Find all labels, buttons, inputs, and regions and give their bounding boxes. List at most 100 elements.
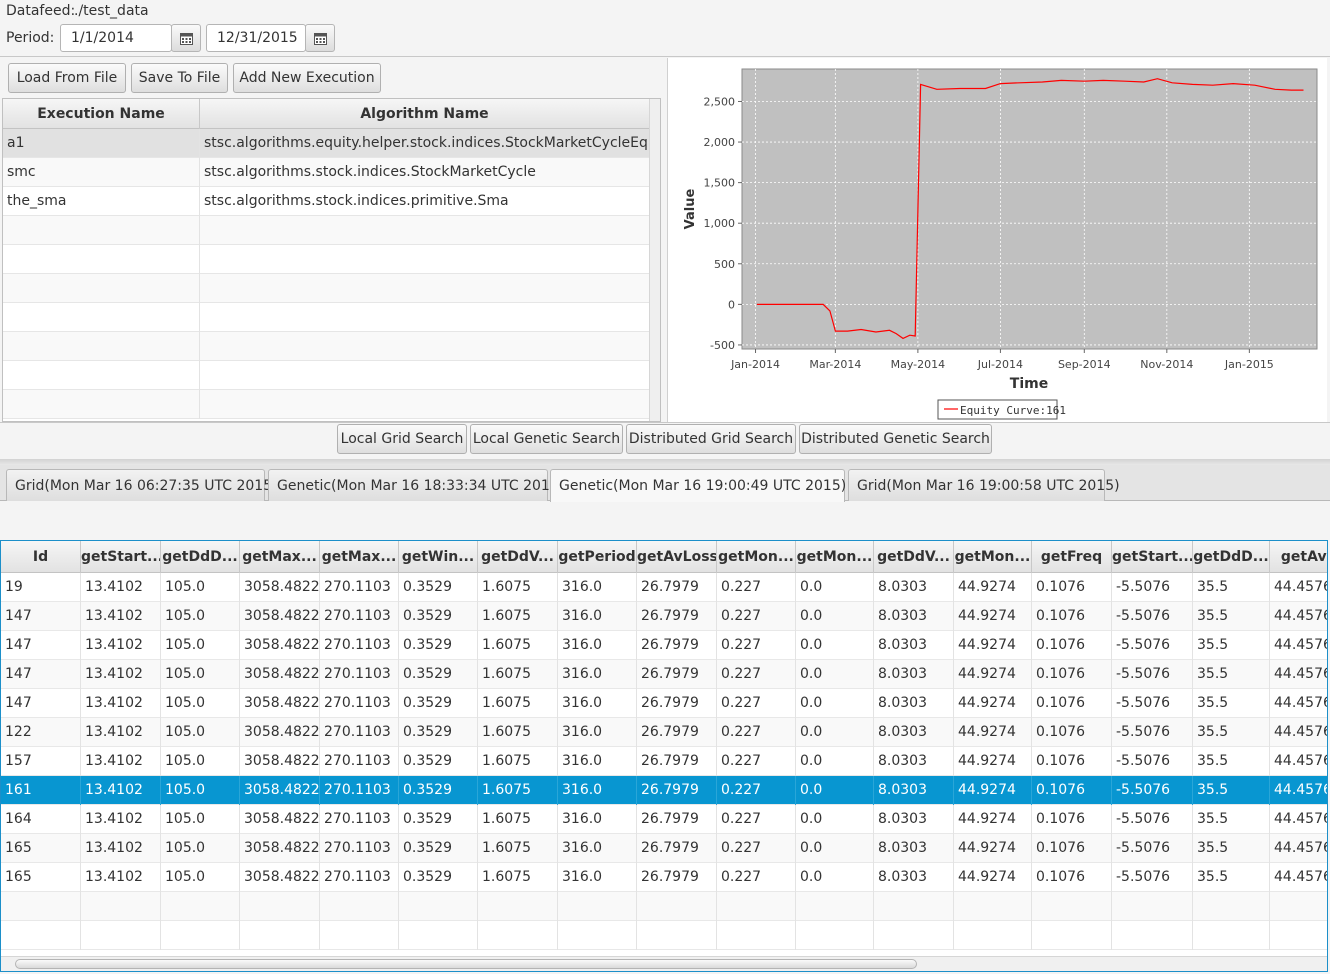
distributed-grid-search-button[interactable]: Distributed Grid Search xyxy=(626,424,796,454)
execution-table-scrollbar[interactable] xyxy=(649,99,660,421)
add-new-execution-button[interactable]: Add New Execution xyxy=(233,63,381,93)
results-cell: 0.1076 xyxy=(1032,776,1112,805)
algorithm-name-cell: stsc.algorithms.stock.indices.primitive.… xyxy=(200,187,650,216)
start-date-picker-button[interactable] xyxy=(171,24,201,52)
results-cell: 105.0 xyxy=(161,718,240,747)
results-row[interactable]: 165 13.4102 105.0 3058.4822 270.1103 0.3529 1.… xyxy=(1,834,1327,863)
x-tick-label: Mar-2014 xyxy=(809,358,861,371)
chart-legend: Equity Curve:161 xyxy=(937,399,1066,420)
results-column-header[interactable]: getMon... xyxy=(796,541,874,573)
results-column-header[interactable]: getDdV... xyxy=(874,541,954,573)
results-cell xyxy=(1112,921,1193,950)
start-date-field[interactable]: 1/1/2014 xyxy=(60,24,172,52)
execution-row[interactable] xyxy=(3,216,660,245)
tab-grid-190058[interactable]: Grid(Mon Mar 16 19:00:58 UTC 2015) xyxy=(848,469,1120,501)
results-column-header[interactable]: getPeriod xyxy=(558,541,637,573)
results-cell: 165 xyxy=(1,834,81,863)
results-cell xyxy=(717,921,796,950)
algorithm-name-cell xyxy=(200,216,650,245)
results-column-header[interactable]: getMax... xyxy=(240,541,320,573)
execution-row[interactable] xyxy=(3,390,660,419)
results-cell: 147 xyxy=(1,631,81,660)
results-cell: 105.0 xyxy=(161,689,240,718)
results-cell: 13.4102 xyxy=(81,747,161,776)
results-column-header[interactable]: getWin... xyxy=(399,541,478,573)
tab-genetic-190049[interactable]: Genetic(Mon Mar 16 19:00:49 UTC 2015) × xyxy=(550,469,864,502)
results-row[interactable]: 165 13.4102 105.0 3058.4822 270.1103 0.3529 1.… xyxy=(1,863,1327,892)
results-row[interactable]: 164 13.4102 105.0 3058.4822 270.1103 0.3529 1.… xyxy=(1,805,1327,834)
execution-table-header: Execution Name Algorithm Name xyxy=(3,99,660,129)
algorithm-name-cell xyxy=(200,303,650,332)
results-cell: 0.3529 xyxy=(399,863,478,892)
results-cell: 0.0 xyxy=(796,660,874,689)
execution-row[interactable] xyxy=(3,245,660,274)
results-cell: 270.1103 xyxy=(320,631,399,660)
tab-grid-062735[interactable]: Grid(Mon Mar 16 06:27:35 UTC 2015) xyxy=(6,469,278,501)
results-row[interactable]: 157 13.4102 105.0 3058.4822 270.1103 0.3529 1.… xyxy=(1,747,1327,776)
scrollbar-thumb[interactable] xyxy=(15,959,917,969)
results-row[interactable] xyxy=(1,921,1327,950)
panel-divider xyxy=(0,422,1330,423)
results-cell: 3058.4822 xyxy=(240,834,320,863)
results-column-header[interactable]: getMax... xyxy=(320,541,399,573)
results-cell xyxy=(796,921,874,950)
results-column-header[interactable]: getStart... xyxy=(81,541,161,573)
execution-row[interactable] xyxy=(3,332,660,361)
results-column-header[interactable]: Id xyxy=(1,541,81,573)
load-from-file-button[interactable]: Load From File xyxy=(8,63,126,93)
equity-chart-svg: 2,500 2,000 1,500 1,000 500 0 -500 Jan-2014 Mar… xyxy=(683,68,1318,420)
results-cell: 0.1076 xyxy=(1032,689,1112,718)
results-row[interactable]: 122 13.4102 105.0 3058.4822 270.1103 0.3529 1.… xyxy=(1,718,1327,747)
results-cell: 0.0 xyxy=(796,631,874,660)
save-to-file-button[interactable]: Save To File xyxy=(131,63,228,93)
results-row[interactable] xyxy=(1,892,1327,921)
results-cell: 316.0 xyxy=(558,805,637,834)
execution-row[interactable] xyxy=(3,274,660,303)
results-column-header[interactable]: getFreq xyxy=(1032,541,1112,573)
results-row[interactable]: 147 13.4102 105.0 3058.4822 270.1103 0.3529 1.… xyxy=(1,602,1327,631)
results-column-header[interactable]: getStart... xyxy=(1112,541,1193,573)
results-cell: 8.0303 xyxy=(874,834,954,863)
results-row[interactable]: 147 13.4102 105.0 3058.4822 270.1103 0.3529 1.… xyxy=(1,660,1327,689)
distributed-genetic-search-button[interactable]: Distributed Genetic Search xyxy=(799,424,992,454)
results-row[interactable]: 19 13.4102 105.0 3058.4822 270.1103 0.3529 1.6… xyxy=(1,573,1327,602)
end-date-picker-button[interactable] xyxy=(305,24,335,52)
results-cell: 8.0303 xyxy=(874,805,954,834)
results-column-header[interactable]: getMon... xyxy=(954,541,1032,573)
results-cell: 0.3529 xyxy=(399,776,478,805)
results-row-selected[interactable]: 161 13.4102 105.0 3058.4822 270.1103 0.3529 1.… xyxy=(1,776,1327,805)
results-row[interactable]: 147 13.4102 105.0 3058.4822 270.1103 0.3529 1.… xyxy=(1,631,1327,660)
results-column-header[interactable]: getDdD... xyxy=(1193,541,1270,573)
execution-row[interactable]: smc stsc.algorithms.stock.indices.StockMa… xyxy=(3,158,660,187)
execution-row[interactable]: a1 stsc.algorithms.equity.helper.stock.in… xyxy=(3,129,660,158)
results-cell xyxy=(954,921,1032,950)
results-row[interactable]: 147 13.4102 105.0 3058.4822 270.1103 0.3529 1.… xyxy=(1,689,1327,718)
results-cell: 3058.4822 xyxy=(240,805,320,834)
results-cell: 316.0 xyxy=(558,602,637,631)
results-column-header[interactable]: getMon... xyxy=(717,541,796,573)
results-cell: -5.5076 xyxy=(1112,689,1193,718)
local-genetic-search-button[interactable]: Local Genetic Search xyxy=(470,424,623,454)
execution-row[interactable]: the_sma stsc.algorithms.stock.indices.pri… xyxy=(3,187,660,216)
execution-row[interactable] xyxy=(3,361,660,390)
end-date-field[interactable]: 12/31/2015 xyxy=(206,24,306,52)
column-header-execution-name[interactable]: Execution Name xyxy=(3,99,200,129)
results-cell: 3058.4822 xyxy=(240,631,320,660)
results-cell: 105.0 xyxy=(161,805,240,834)
results-cell: 26.7979 xyxy=(637,747,717,776)
results-column-header[interactable]: getDdD... xyxy=(161,541,240,573)
results-column-header[interactable]: getAvLoss xyxy=(637,541,717,573)
results-cell xyxy=(1032,892,1112,921)
column-header-algorithm-name[interactable]: Algorithm Name xyxy=(200,99,650,129)
equity-chart: 2,500 2,000 1,500 1,000 500 0 -500 Jan-2014 Mar… xyxy=(667,58,1327,422)
execution-row[interactable] xyxy=(3,303,660,332)
results-cell: 0.0 xyxy=(796,689,874,718)
tab-genetic-183334[interactable]: Genetic(Mon Mar 16 18:33:34 UTC 2015) xyxy=(268,469,564,501)
local-grid-search-button[interactable]: Local Grid Search xyxy=(337,424,467,454)
results-cell: 44.9274 xyxy=(954,689,1032,718)
results-cell xyxy=(81,892,161,921)
results-column-header[interactable]: getAvG xyxy=(1270,541,1327,573)
horizontal-scrollbar[interactable] xyxy=(1,956,1327,971)
results-column-header[interactable]: getDdV... xyxy=(478,541,558,573)
results-cell: 316.0 xyxy=(558,631,637,660)
